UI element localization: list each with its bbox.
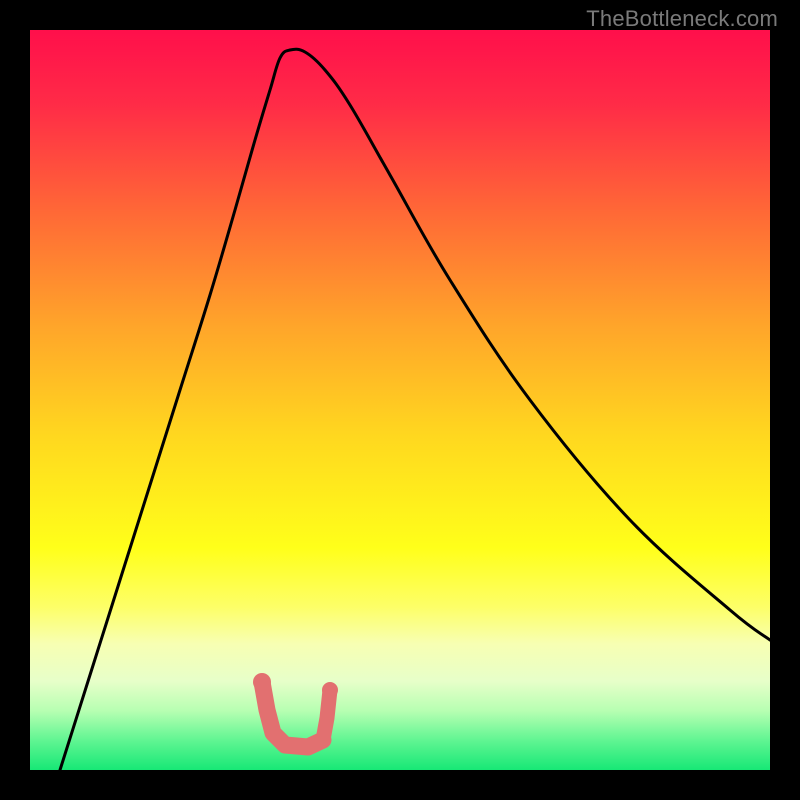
left-deco-dot xyxy=(253,673,271,691)
left-deco-stroke xyxy=(262,682,323,747)
plot-area xyxy=(30,30,770,770)
bottleneck-curve xyxy=(60,49,770,770)
right-deco-dot xyxy=(322,682,338,698)
pink-decoration-group xyxy=(253,673,338,747)
bottleneck-curve-svg xyxy=(30,30,770,770)
watermark-text: TheBottleneck.com xyxy=(586,6,778,32)
